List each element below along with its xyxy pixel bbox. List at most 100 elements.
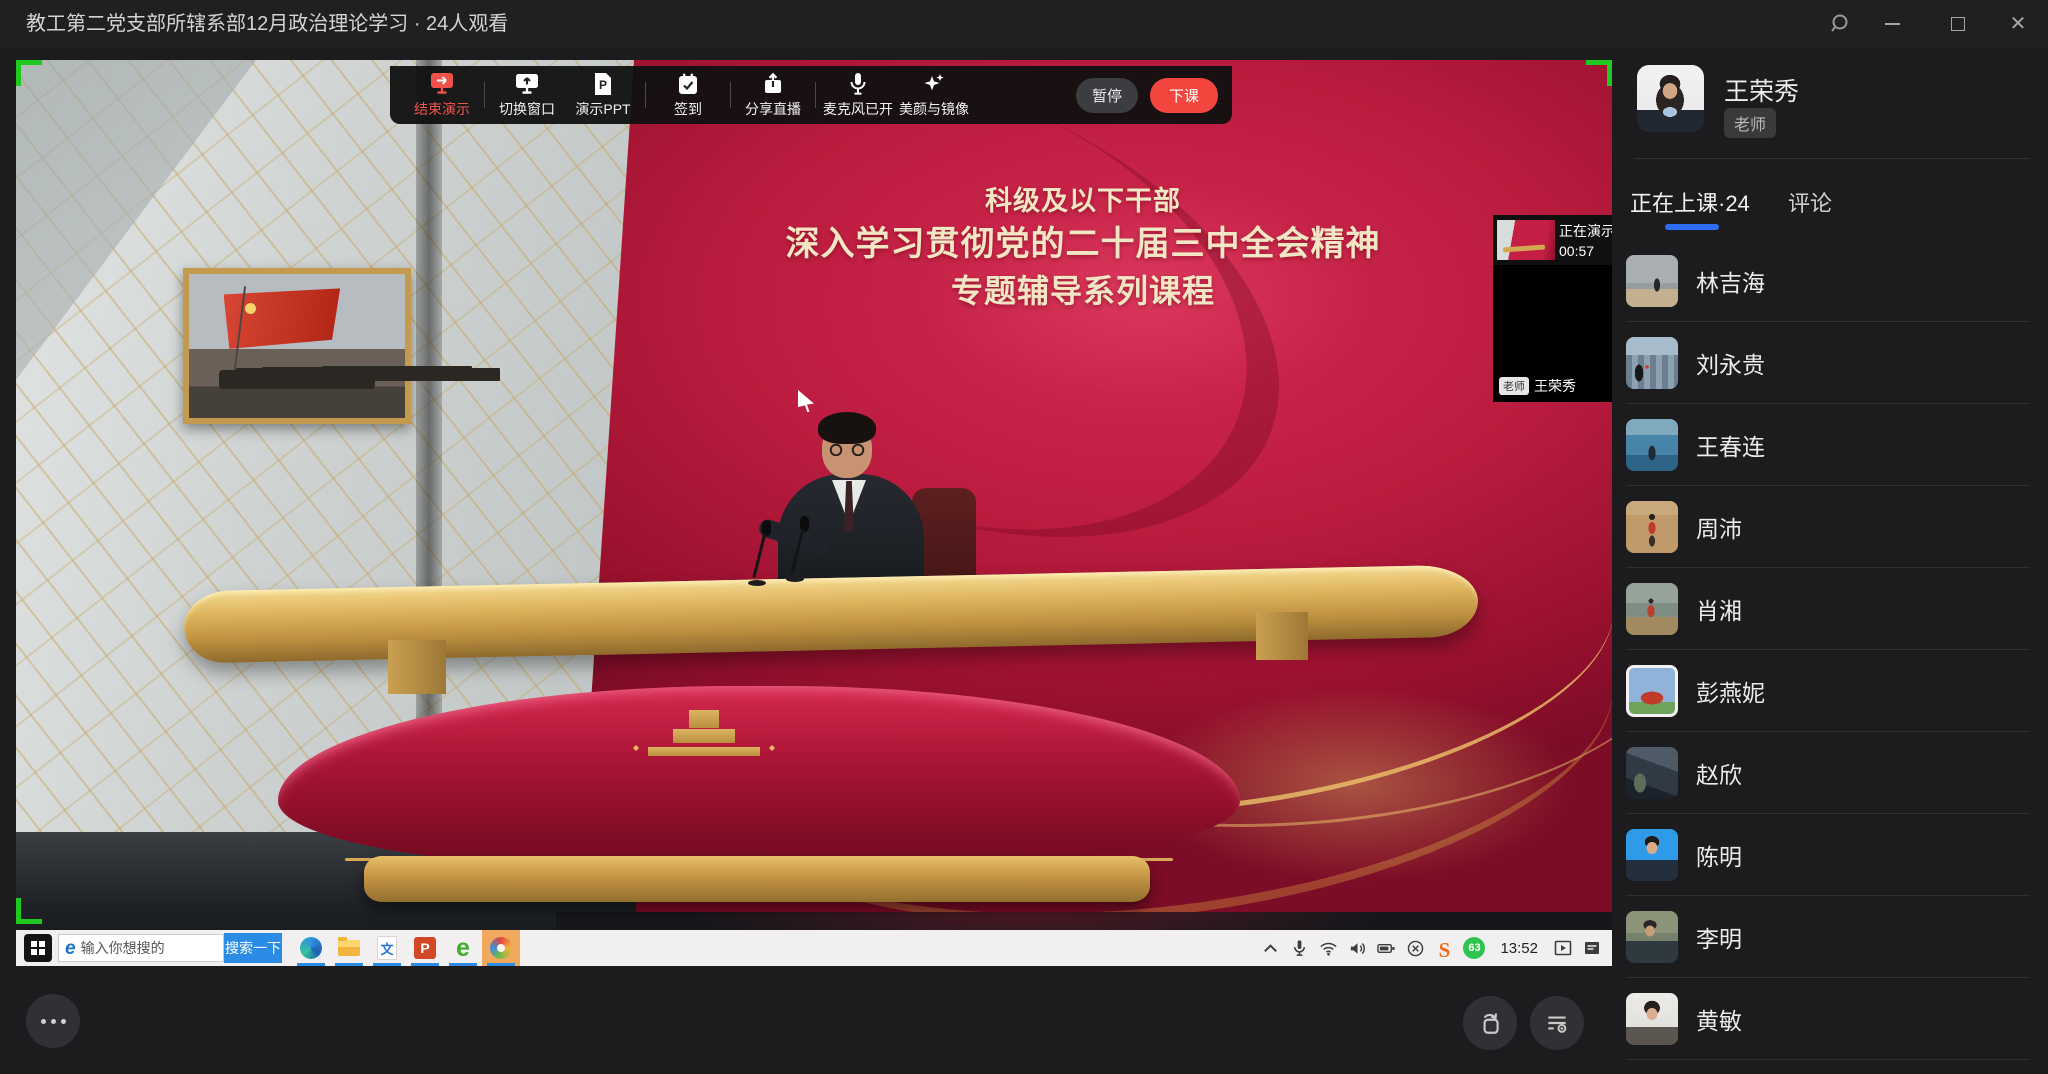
- participant-row[interactable]: 彭燕妮: [1612, 650, 2048, 732]
- participant-row[interactable]: 周沛: [1612, 486, 2048, 568]
- pip-name-label: 老师 王荣秀: [1499, 376, 1576, 396]
- taskbar-search-box: e 输入你想搜的: [58, 934, 224, 962]
- close-button[interactable]: ✕: [1995, 0, 2041, 48]
- gold-emblem: [618, 710, 790, 756]
- flag-picture-frame: [183, 268, 411, 424]
- rotate-icon: [1477, 1010, 1503, 1036]
- minimize-icon: [1885, 23, 1900, 25]
- wifi-icon: [1318, 938, 1338, 958]
- minimize-button[interactable]: [1869, 0, 1915, 48]
- toolbar-item-end-presentation[interactable]: 结束演示: [404, 68, 480, 122]
- participant-row[interactable]: 林吉海: [1612, 240, 2048, 322]
- participant-row[interactable]: 王春连: [1612, 404, 2048, 486]
- window-title: 教工第二党支部所辖系部12月政治理论学习 · 24人观看: [26, 0, 508, 48]
- pip-stream-thumbnail[interactable]: [1497, 220, 1555, 260]
- toolbar-item-label: 结束演示: [414, 99, 470, 119]
- share-live-icon: [761, 71, 785, 97]
- crowd-silhouette: [219, 370, 375, 389]
- rotate-screen-button[interactable]: [1463, 996, 1517, 1050]
- beauty-mirror-icon: [921, 71, 947, 97]
- participant-row[interactable]: 肖湘: [1612, 568, 2048, 650]
- end-class-button[interactable]: 下课: [1150, 78, 1218, 113]
- slide-line: 专题辅导系列课程: [773, 268, 1393, 314]
- windows-start-icon: [24, 934, 52, 962]
- maximize-icon: [1951, 17, 1965, 31]
- participant-avatar: [1626, 583, 1678, 635]
- toolbar-item-share-live[interactable]: 分享直播: [735, 68, 811, 122]
- desk-support: [1256, 612, 1308, 660]
- toolbar-item-label: 分享直播: [745, 99, 801, 119]
- teacher-camera-tile[interactable]: 老师 王荣秀: [1493, 265, 1612, 402]
- file-explorer-icon: [330, 930, 368, 966]
- participant-avatar: [1626, 419, 1678, 471]
- clock: 13:52: [1500, 940, 1538, 957]
- video-player-icon: [1553, 938, 1573, 958]
- participant-name: 彭燕妮: [1696, 674, 1765, 708]
- participant-row[interactable]: 陈明: [1612, 814, 2048, 896]
- active-tab-indicator: [1665, 224, 1719, 230]
- chevron-up-icon: [1260, 938, 1280, 958]
- participant-avatar: [1626, 911, 1678, 963]
- flag-star: [245, 303, 256, 314]
- participant-avatar: [1626, 993, 1678, 1045]
- participant-avatar: [1626, 829, 1678, 881]
- sidebar: 王荣秀 老师 正在上课·24 评论 林吉海刘永贵王春连周沛肖湘彭燕妮赵欣陈明李明…: [1612, 48, 2048, 1074]
- toolbar-separator: [815, 82, 816, 108]
- close-icon: ✕: [2010, 14, 2027, 34]
- microphone-prop: [778, 516, 818, 582]
- participant-row[interactable]: 赵欣: [1612, 732, 2048, 814]
- participant-avatar: [1626, 255, 1678, 307]
- sign-in-icon: [676, 71, 700, 97]
- maximize-button[interactable]: [1935, 0, 1981, 48]
- participant-row[interactable]: 刘永贵: [1612, 322, 2048, 404]
- more-options-button[interactable]: [26, 994, 80, 1048]
- toolbar-item-sign-in[interactable]: 签到: [650, 68, 726, 122]
- pip-info: 正在演示 00:57: [1559, 215, 1612, 265]
- tab-comments[interactable]: 评论: [1788, 186, 1832, 218]
- title-bar: 教工第二党支部所辖系部12月政治理论学习 · 24人观看 ✕: [0, 0, 2048, 48]
- participant-avatar: [1626, 337, 1678, 389]
- magnifier-icon[interactable]: [1816, 0, 1862, 48]
- presenter-glasses: [826, 444, 868, 456]
- pause-button[interactable]: 暂停: [1076, 78, 1138, 113]
- participant-name: 黄敏: [1696, 1002, 1742, 1036]
- share-region-marker: [16, 898, 42, 924]
- pip-panel[interactable]: 正在演示 00:57 老师 王荣秀: [1493, 215, 1612, 402]
- list-visibility-button[interactable]: [1530, 996, 1584, 1050]
- edge-browser-icon: [292, 930, 330, 966]
- microphone-tray-icon: [1289, 938, 1309, 958]
- microphone-on-icon: [846, 71, 870, 97]
- participant-avatar: [1626, 501, 1678, 553]
- toolbar-item-label: 麦克风已开: [823, 99, 893, 119]
- participant-name: 肖湘: [1696, 592, 1742, 626]
- slide-line: 深入学习贯彻党的二十届三中全会精神: [773, 220, 1393, 268]
- participant-name: 周沛: [1696, 510, 1742, 544]
- wps-writer-icon: [368, 930, 406, 966]
- svg-text:P: P: [599, 78, 607, 92]
- participant-name: 林吉海: [1696, 264, 1765, 298]
- desk-support: [388, 640, 446, 694]
- participant-name: 李明: [1696, 920, 1742, 954]
- toolbar-item-label: 美颜与镜像: [899, 99, 969, 119]
- speaker-icon: [1347, 938, 1367, 958]
- tab-in-class[interactable]: 正在上课·24: [1630, 186, 1750, 218]
- present-ppt-icon: P: [592, 71, 614, 97]
- search-go-button: 搜索一下: [224, 933, 282, 963]
- participant-row[interactable]: 李明: [1612, 896, 2048, 978]
- toolbar-separator: [730, 82, 731, 108]
- participant-row[interactable]: 黄敏: [1612, 978, 2048, 1060]
- toolbar-item-label: 切换窗口: [499, 99, 555, 119]
- toolbar-item-present-ppt[interactable]: P演示PPT: [565, 68, 641, 122]
- toolbar-item-microphone-on[interactable]: 麦克风已开: [820, 68, 896, 122]
- battery-icon: [1376, 938, 1396, 958]
- ie-e-icon: e: [65, 939, 76, 958]
- pip-timer: 00:57: [1559, 243, 1612, 259]
- participant-name: 王春连: [1696, 428, 1765, 462]
- toolbar-items: 结束演示 切换窗口 P演示PPT签到分享直播 麦克风已开美颜与镜像: [404, 68, 972, 122]
- captured-windows-taskbar: e 输入你想搜的 搜索一下 S 63 13:52: [16, 930, 1612, 966]
- toolbar-item-switch-window[interactable]: 切换窗口: [489, 68, 565, 122]
- presenter-toolbar: 结束演示 切换窗口 P演示PPT签到分享直播 麦克风已开美颜与镜像 暂停 下课: [390, 66, 1232, 124]
- participant-name: 陈明: [1696, 838, 1742, 872]
- toolbar-item-beauty-mirror[interactable]: 美颜与镜像: [896, 68, 972, 122]
- participant-avatar: [1626, 665, 1678, 717]
